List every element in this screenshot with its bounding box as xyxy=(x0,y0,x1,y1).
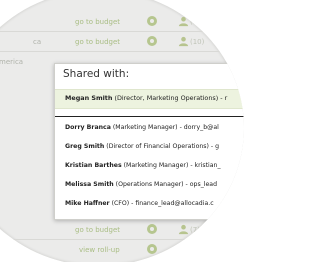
member-entry: Mike Haffner (CFO) - finance_lead@alloca… xyxy=(65,200,214,207)
member-detail: (CFO) - finance_lead@allocadia.c xyxy=(111,200,214,207)
shared-count[interactable]: (11) xyxy=(190,18,204,26)
edit-link[interactable]: edit xyxy=(219,226,232,234)
shared-with-popup: Shared with: Megan Smith (Director, Mark… xyxy=(54,63,244,220)
owner-name: Megan Smith xyxy=(65,94,113,102)
status-circle-icon[interactable] xyxy=(147,36,157,46)
table-row: ca go to budget (10) edit xyxy=(0,32,244,52)
magnifier-lens: go to budget (11) edit ca go to budget (… xyxy=(0,0,244,262)
status-circle-icon[interactable] xyxy=(147,224,157,234)
member-name: Kristian Barthes xyxy=(65,162,122,169)
budget-table: go to budget (11) edit ca go to budget (… xyxy=(0,0,244,262)
go-to-budget-link[interactable]: go to budget xyxy=(75,38,120,46)
shared-count[interactable]: (10) xyxy=(190,38,204,46)
member-detail: (Director of Financial Operations) - g xyxy=(106,143,220,150)
member-detail: (Operations Manager) - ops_lead xyxy=(115,181,218,188)
member-name: Greg Smith xyxy=(65,143,105,150)
member-detail: (Marketing Manager) - kristian_ xyxy=(123,162,221,169)
view-roll-up-link[interactable]: view roll-up xyxy=(79,246,120,254)
owner-entry: Megan Smith (Director, Marketing Operati… xyxy=(65,94,227,102)
edit-link[interactable]: edit xyxy=(219,18,232,26)
user-icon xyxy=(178,244,189,255)
owner-detail: (Director, Marketing Operations) - r xyxy=(114,94,228,102)
popup-title: Shared with: xyxy=(63,68,130,80)
row-label: ca xyxy=(33,38,42,46)
popup-divider xyxy=(55,116,244,117)
user-icon xyxy=(178,36,189,47)
member-name: Melissa Smith xyxy=(65,181,114,188)
member-entry: Melissa Smith (Operations Manager) - ops… xyxy=(65,181,217,188)
go-to-budget-link[interactable]: go to budget xyxy=(75,226,120,234)
table-row: go to budget (7) edit xyxy=(0,220,244,240)
edit-link[interactable]: edit xyxy=(219,38,232,46)
user-icon xyxy=(178,224,189,235)
table-row: go to budget (11) edit xyxy=(0,12,244,32)
shared-count[interactable]: (7) xyxy=(190,226,200,234)
go-to-budget-link[interactable]: go to budget xyxy=(75,18,120,26)
status-circle-icon[interactable] xyxy=(147,16,157,26)
member-entry: Greg Smith (Director of Financial Operat… xyxy=(65,143,219,150)
shared-count[interactable]: (7) xyxy=(190,246,200,254)
owner-row: Megan Smith (Director, Marketing Operati… xyxy=(55,89,244,109)
member-detail: (Marketing Manager) - dorry_b@al xyxy=(112,124,219,131)
member-name: Mike Haffner xyxy=(65,200,110,207)
screenshot-stage: go to budget (11) edit ca go to budget (… xyxy=(0,0,265,262)
row-label: merica xyxy=(0,58,24,66)
user-icon xyxy=(178,16,189,27)
status-circle-icon[interactable] xyxy=(147,244,157,254)
member-entry: Dorry Branca (Marketing Manager) - dorry… xyxy=(65,124,219,131)
member-entry: Kristian Barthes (Marketing Manager) - k… xyxy=(65,162,221,169)
member-name: Dorry Branca xyxy=(65,124,111,131)
table-row: view roll-up (7) xyxy=(0,240,244,260)
